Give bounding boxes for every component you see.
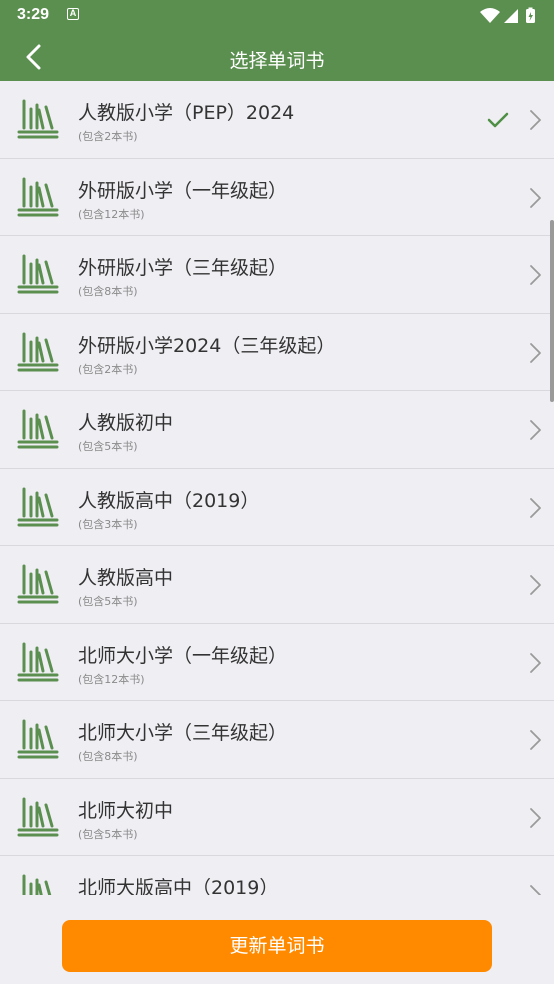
- book-shelf-icon: [15, 793, 61, 839]
- book-title: 人教版高中（2019）: [78, 489, 260, 512]
- book-title: 北师大版高中（2019）: [78, 877, 279, 895]
- book-shelf-icon: [15, 173, 61, 219]
- book-title: 人教版小学（PEP）2024: [78, 102, 295, 124]
- chevron-right-icon: [528, 497, 542, 519]
- book-shelf-icon: [15, 328, 61, 374]
- chevron-right-icon: [528, 652, 542, 674]
- book-count: (包含2本书): [78, 130, 138, 143]
- signal-icon: [504, 9, 518, 23]
- book-count: (包含12本书): [78, 207, 145, 221]
- book-shelf-icon: [15, 638, 61, 684]
- chevron-right-icon: [528, 342, 542, 364]
- chevron-right-icon: [528, 729, 542, 751]
- book-list-item[interactable]: 北师大小学（一年级起） (包含12本书): [0, 623, 554, 701]
- book-list-item[interactable]: 外研版小学（三年级起） (包含8本书): [0, 236, 554, 314]
- book-list-item[interactable]: 北师大小学（三年级起） (包含8本书): [0, 701, 554, 779]
- book-title: 北师大小学（三年级起）: [78, 722, 288, 744]
- notification-a-icon: A: [67, 8, 79, 20]
- book-count: (包含8本书): [78, 750, 138, 763]
- chevron-right-icon: [528, 109, 542, 131]
- book-count: (包含5本书): [78, 595, 138, 608]
- book-shelf-icon: [15, 870, 61, 895]
- book-shelf-icon: [15, 405, 61, 451]
- book-list-item[interactable]: 外研版小学（一年级起） (包含12本书): [0, 158, 554, 236]
- top-bar: 3:29 A 选择单词书: [0, 0, 554, 81]
- book-list-item[interactable]: 人教版小学（PEP）2024 (包含2本书): [0, 81, 554, 159]
- book-list-item[interactable]: 外研版小学2024（三年级起） (包含2本书): [0, 313, 554, 391]
- book-shelf-icon: [15, 483, 61, 529]
- book-count: (包含5本书): [78, 827, 138, 841]
- chevron-right-icon: [528, 574, 542, 596]
- book-count: (包含3本书): [78, 517, 138, 531]
- status-icons: [480, 7, 535, 23]
- chevron-right-icon: [528, 264, 542, 286]
- book-list-item[interactable]: 人教版初中 (包含5本书): [0, 391, 554, 469]
- book-title: 北师大小学（一年级起）: [78, 644, 288, 667]
- book-title: 北师大初中: [78, 799, 174, 822]
- book-count: (包含8本书): [78, 285, 138, 298]
- book-shelf-icon: [15, 560, 61, 606]
- book-list-item[interactable]: 人教版高中（2019） (包含3本书): [0, 468, 554, 546]
- page-title: 选择单词书: [229, 50, 325, 72]
- chevron-right-icon: [528, 807, 542, 829]
- book-title: 外研版小学（三年级起）: [78, 257, 288, 279]
- chevron-right-icon: [528, 187, 542, 209]
- book-title: 人教版初中: [78, 412, 174, 434]
- chevron-right-icon: [528, 419, 542, 441]
- scrollbar[interactable]: [550, 220, 554, 402]
- book-title: 外研版小学（一年级起）: [78, 179, 288, 202]
- book-title: 人教版高中: [78, 567, 174, 589]
- book-count: (包含12本书): [78, 672, 145, 686]
- update-books-button[interactable]: 更新单词书: [62, 920, 492, 972]
- nav-bar: 选择单词书: [0, 32, 554, 81]
- book-shelf-icon: [15, 250, 61, 296]
- book-count: (包含5本书): [78, 440, 138, 453]
- book-count: (包含2本书): [78, 362, 138, 376]
- book-list-item[interactable]: 北师大版高中（2019）: [0, 856, 554, 895]
- book-shelf-icon: [15, 715, 61, 761]
- status-bar: 3:29 A: [0, 0, 554, 32]
- book-list[interactable]: 人教版小学（PEP）2024 (包含2本书) 外研版小学（一年级起） (包含12本书)…: [0, 81, 554, 895]
- book-title: 外研版小学2024（三年级起）: [78, 334, 336, 357]
- chevron-right-icon: [528, 884, 542, 895]
- book-shelf-icon: [15, 95, 61, 141]
- status-time: 3:29: [17, 6, 50, 23]
- wifi-icon: [480, 8, 500, 23]
- checkmark-icon: [487, 111, 509, 129]
- book-list-item[interactable]: 人教版高中 (包含5本书): [0, 546, 554, 624]
- book-list-item[interactable]: 北师大初中 (包含5本书): [0, 778, 554, 856]
